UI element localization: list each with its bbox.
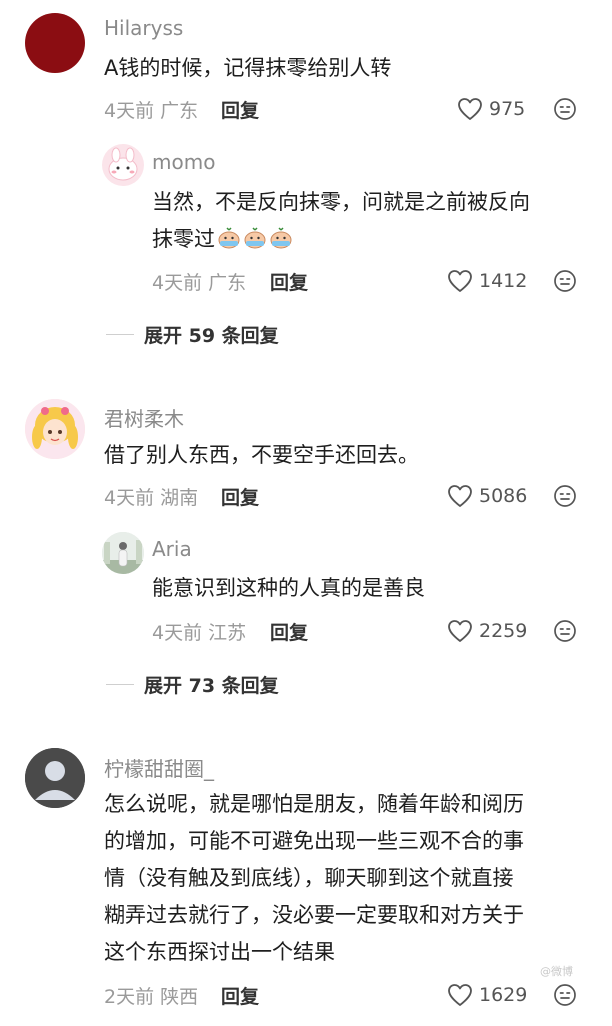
expand-replies-label: 展开 73 条回复	[144, 675, 279, 697]
heart-icon	[448, 984, 472, 1006]
comment-text-line: 怎么说呢，就是哪怕是朋友，随着年龄和阅历	[104, 792, 524, 816]
username[interactable]: 柠檬甜甜圈_	[104, 753, 214, 782]
location: 江苏	[208, 622, 247, 644]
heart-icon	[448, 620, 472, 642]
location: 湖南	[160, 487, 199, 509]
comment-text-line: 的增加，可能不可避免出现一些三观不合的事	[104, 829, 524, 853]
crying-face-icon	[270, 227, 292, 249]
reply-button[interactable]: 回复	[221, 96, 259, 123]
like-button[interactable]: 975	[457, 94, 525, 124]
emoji-react-icon[interactable]	[553, 619, 577, 643]
reply-text-line: 抹零过	[152, 221, 530, 258]
timestamp: 4天前	[104, 100, 155, 122]
avatar[interactable]	[25, 748, 85, 808]
like-count: 2259	[479, 620, 528, 642]
reply-meta: 4天前 广东	[152, 268, 246, 295]
divider	[106, 684, 134, 685]
comment-meta: 4天前 湖南	[104, 483, 198, 510]
watermark: @微博	[540, 965, 573, 978]
timestamp: 4天前	[152, 622, 203, 644]
like-button[interactable]: 5086	[447, 481, 527, 511]
comment-text: 借了别人东西，不要空手还回去。	[104, 443, 419, 467]
crying-face-icon	[244, 227, 266, 249]
timestamp: 2天前	[104, 986, 155, 1008]
heart-icon	[458, 98, 482, 120]
username[interactable]: 君树柔木	[104, 403, 184, 432]
location: 广东	[160, 100, 199, 122]
reply-button[interactable]: 回复	[221, 982, 259, 1009]
reply-button[interactable]: 回复	[270, 618, 308, 645]
like-button[interactable]: 1412	[447, 266, 527, 296]
comment-text: 怎么说呢，就是哪怕是朋友，随着年龄和阅历 的增加，可能不可避免出现一些三观不合的…	[104, 786, 524, 971]
bunny-avatar-icon	[108, 147, 138, 181]
username[interactable]: momo	[152, 150, 215, 174]
comment-meta: 2天前 陕西	[104, 982, 198, 1009]
emoji-react-icon[interactable]	[553, 983, 577, 1007]
reply-text: 当然，不是反向抹零，问就是之前被反向 抹零过	[152, 184, 530, 258]
username[interactable]: Hilaryss	[104, 16, 183, 40]
comment-text-line: 糊弄过去就行了，没必要一定要取和对方关于	[104, 903, 524, 927]
reply-text-line: 当然，不是反向抹零，问就是之前被反向	[152, 190, 530, 214]
crying-face-icon	[218, 227, 240, 249]
expand-replies-button[interactable]: 展开 59 条回复	[106, 321, 279, 348]
avatar[interactable]	[25, 13, 85, 73]
photo-avatar-icon	[102, 532, 144, 574]
comment-text: A钱的时候，记得抹零给别人转	[104, 56, 392, 80]
timestamp: 4天前	[152, 272, 203, 294]
like-button[interactable]: 1629	[447, 980, 527, 1010]
like-count: 1412	[479, 270, 528, 292]
avatar[interactable]	[102, 532, 144, 574]
like-count: 975	[489, 98, 526, 120]
like-button[interactable]: 2259	[447, 616, 527, 646]
like-count: 5086	[479, 485, 528, 507]
avatar[interactable]	[102, 144, 144, 186]
expand-replies-button[interactable]: 展开 73 条回复	[106, 671, 279, 698]
emoji-react-icon[interactable]	[553, 484, 577, 508]
default-user-icon	[25, 748, 85, 808]
reply-button[interactable]: 回复	[270, 268, 308, 295]
avatar[interactable]	[25, 399, 85, 459]
expand-replies-label: 展开 59 条回复	[144, 325, 279, 347]
reply-meta: 4天前 江苏	[152, 618, 246, 645]
heart-icon	[448, 270, 472, 292]
timestamp: 4天前	[104, 487, 155, 509]
divider	[106, 334, 134, 335]
anime-girl-avatar-icon	[25, 399, 85, 459]
emoji-react-icon[interactable]	[553, 269, 577, 293]
location: 广东	[208, 272, 247, 294]
emoji-react-icon[interactable]	[553, 97, 577, 121]
comment-meta: 4天前 广东	[104, 96, 198, 123]
comment-text-line: 情（没有触及到底线），聊天聊到这个就直接	[104, 866, 514, 890]
location: 陕西	[160, 986, 199, 1008]
reply-text: 能意识到这种的人真的是善良	[152, 576, 425, 600]
heart-icon	[448, 485, 472, 507]
like-count: 1629	[479, 984, 528, 1006]
reply-button[interactable]: 回复	[221, 483, 259, 510]
username[interactable]: Aria	[152, 537, 192, 561]
comment-text-line: 这个东西探讨出一个结果	[104, 940, 335, 964]
